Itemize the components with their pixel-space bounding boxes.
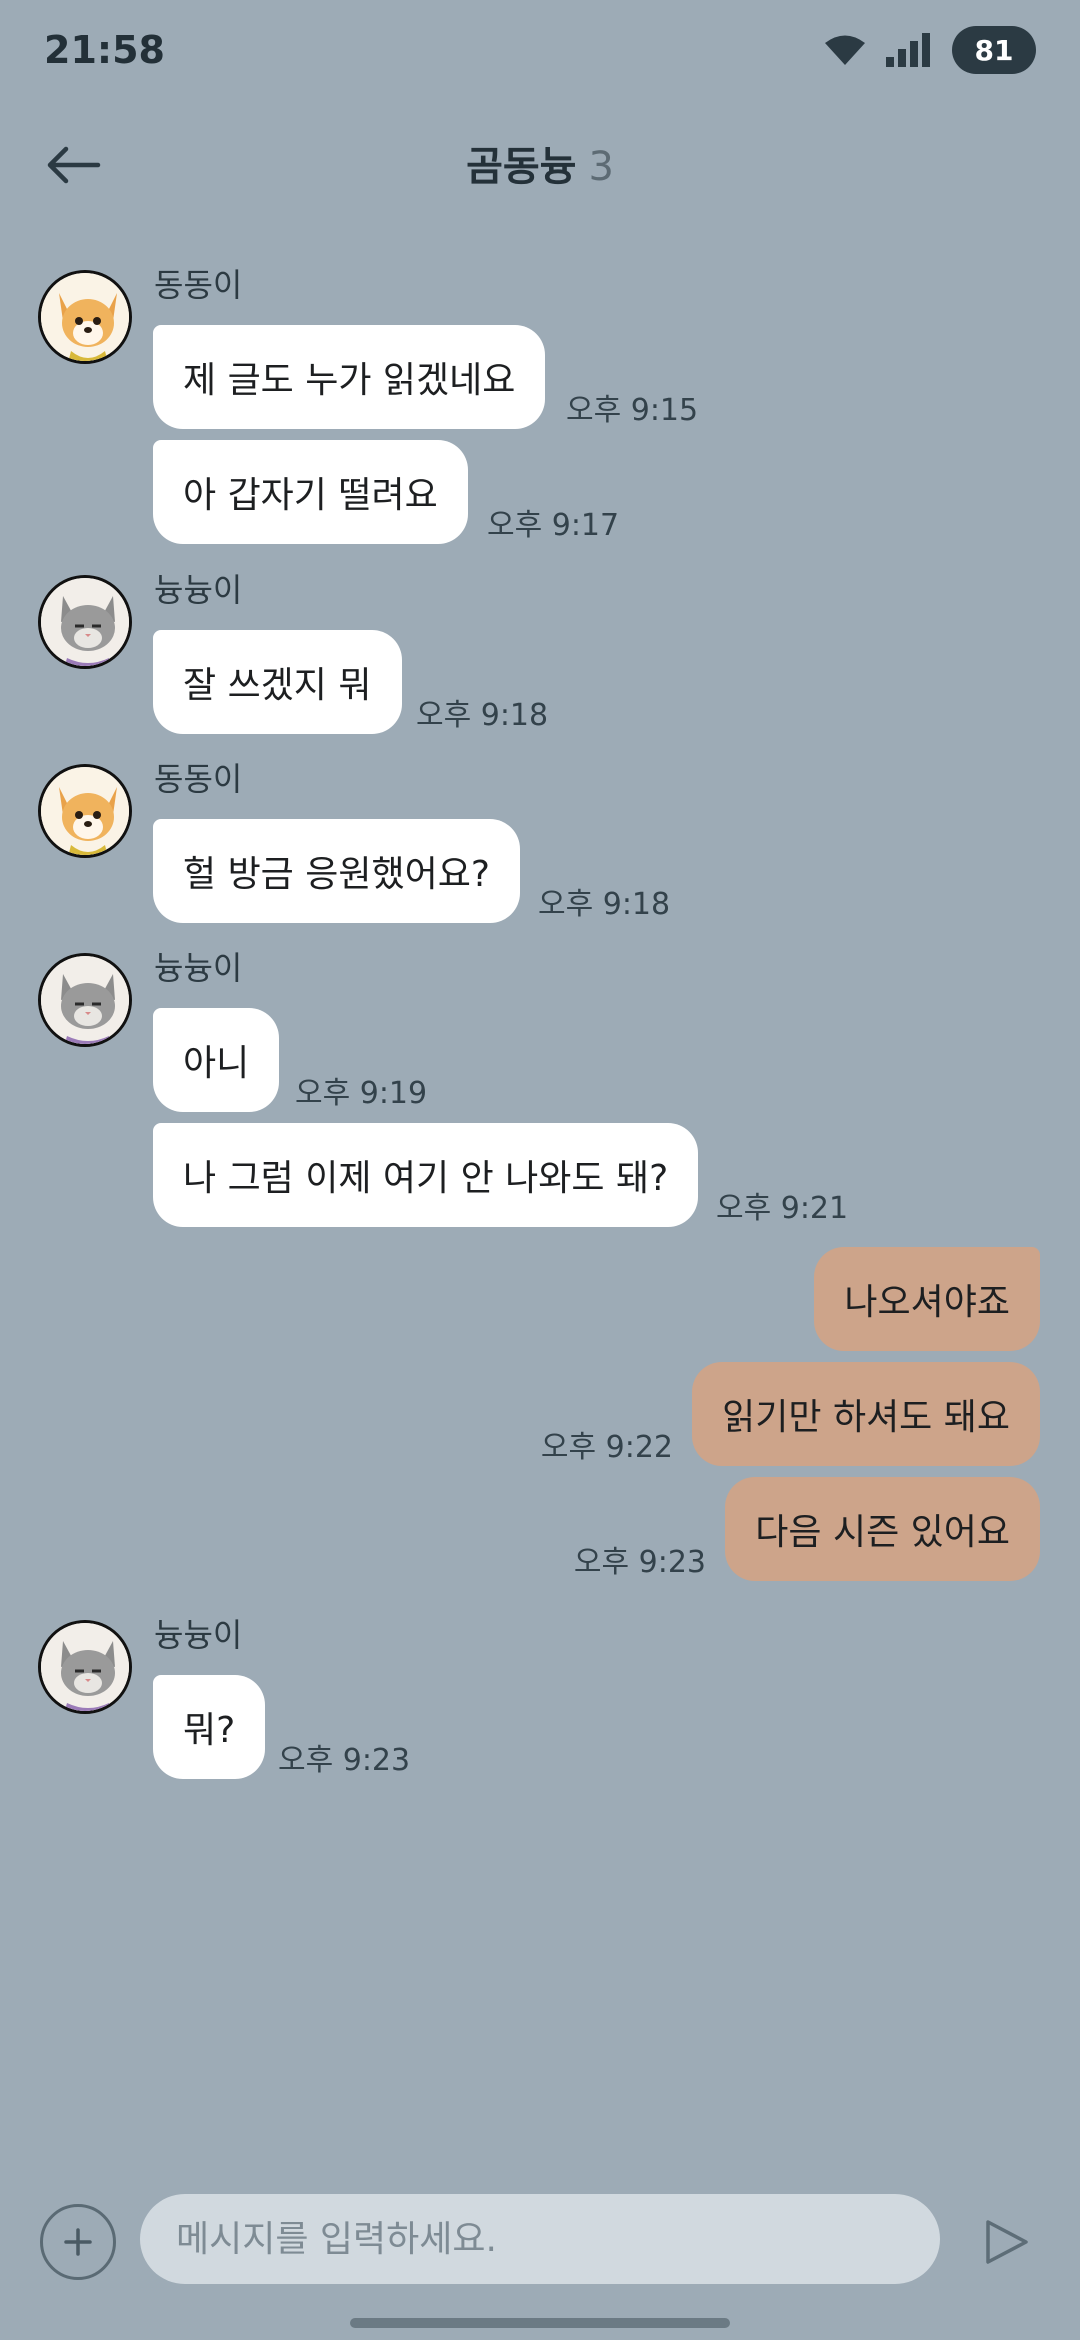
- attach-button[interactable]: [40, 2204, 116, 2280]
- status-icons: 81: [824, 26, 1036, 74]
- message-time: 오후 9:19: [295, 1076, 428, 1111]
- dog-icon: [41, 273, 129, 361]
- message-group: 늉늉이 뭐? 오후 9:23: [38, 1610, 1038, 1785]
- message-time: 오후 9:18: [538, 887, 671, 922]
- message-group: 동동이 제 글도 누가 읽겠네요 오후 9:15 아 갑자기 떨려요 오후 9:…: [38, 260, 1038, 550]
- send-button[interactable]: [976, 2212, 1036, 2272]
- message-time: 오후 9:15: [566, 393, 699, 428]
- message-time: 오후 9:17: [487, 508, 620, 543]
- message-bubble[interactable]: 나 그럼 이제 여기 안 나와도 돼?: [153, 1123, 699, 1227]
- message-bubble[interactable]: 제 글도 누가 읽겠네요: [153, 325, 546, 429]
- message-time: 오후 9:23: [278, 1743, 411, 1778]
- status-bar: 21:58 81: [0, 0, 1080, 100]
- message-bubble[interactable]: 아니: [153, 1008, 280, 1112]
- message-bubble[interactable]: 잘 쓰겠지 뭐: [153, 630, 402, 734]
- home-indicator[interactable]: [350, 2318, 730, 2328]
- message-bubble-outgoing[interactable]: 나오셔야죠: [814, 1247, 1040, 1351]
- dog-avatar[interactable]: [38, 764, 132, 858]
- battery-indicator: 81: [952, 26, 1036, 74]
- chat-header: 곰동늉 3: [0, 120, 1080, 210]
- message-group: 늉늉이 잘 쓰겠지 뭐 오후 9:18: [38, 565, 1038, 740]
- message-time: 오후 9:23: [573, 1545, 706, 1580]
- message-bubble[interactable]: 헐 방금 응원했어요?: [153, 819, 520, 923]
- cat-icon: [41, 578, 129, 666]
- chat-room-name: 곰동늉: [466, 144, 577, 190]
- cat-icon: [41, 956, 129, 1044]
- sender-name: 동동이: [154, 266, 243, 304]
- sender-name: 늉늉이: [154, 571, 243, 609]
- dog-icon: [41, 767, 129, 855]
- signal-icon: [886, 33, 930, 67]
- message-group: 늉늉이 아니 오후 9:19 나 그럼 이제 여기 안 나와도 돼? 오후 9:…: [38, 943, 1038, 1233]
- sender-name: 동동이: [154, 760, 243, 798]
- message-time: 오후 9:22: [540, 1430, 673, 1465]
- message-group: 동동이 헐 방금 응원했어요? 오후 9:18: [38, 754, 1038, 929]
- message-bubble-outgoing[interactable]: 읽기만 하셔도 돼요: [692, 1362, 1040, 1466]
- sender-name: 늉늉이: [154, 1616, 243, 1654]
- cat-avatar[interactable]: [38, 953, 132, 1047]
- status-time: 21:58: [44, 28, 165, 72]
- cat-avatar[interactable]: [38, 575, 132, 669]
- message-bubble-outgoing[interactable]: 다음 시즌 있어요: [725, 1477, 1040, 1581]
- message-bubble[interactable]: 아 갑자기 떨려요: [153, 440, 468, 544]
- wifi-icon: [825, 35, 865, 65]
- message-time: 오후 9:18: [416, 698, 549, 733]
- cat-avatar[interactable]: [38, 1620, 132, 1714]
- chat-title: 곰동늉 3: [0, 134, 1080, 192]
- message-input-bar: [0, 2186, 1080, 2296]
- sender-name: 늉늉이: [154, 949, 243, 987]
- member-count: 3: [588, 144, 614, 190]
- dog-avatar[interactable]: [38, 270, 132, 364]
- send-icon: [986, 2220, 1028, 2264]
- message-input[interactable]: [140, 2194, 940, 2284]
- cat-icon: [41, 1623, 129, 1711]
- message-bubble[interactable]: 뭐?: [153, 1675, 266, 1779]
- message-group-outgoing: 나오셔야죠 읽기만 하셔도 돼요 오후 9:22 다음 시즌 있어요 오후 9:…: [0, 1247, 1080, 1587]
- plus-icon: [64, 2228, 92, 2256]
- message-time: 오후 9:21: [716, 1191, 849, 1226]
